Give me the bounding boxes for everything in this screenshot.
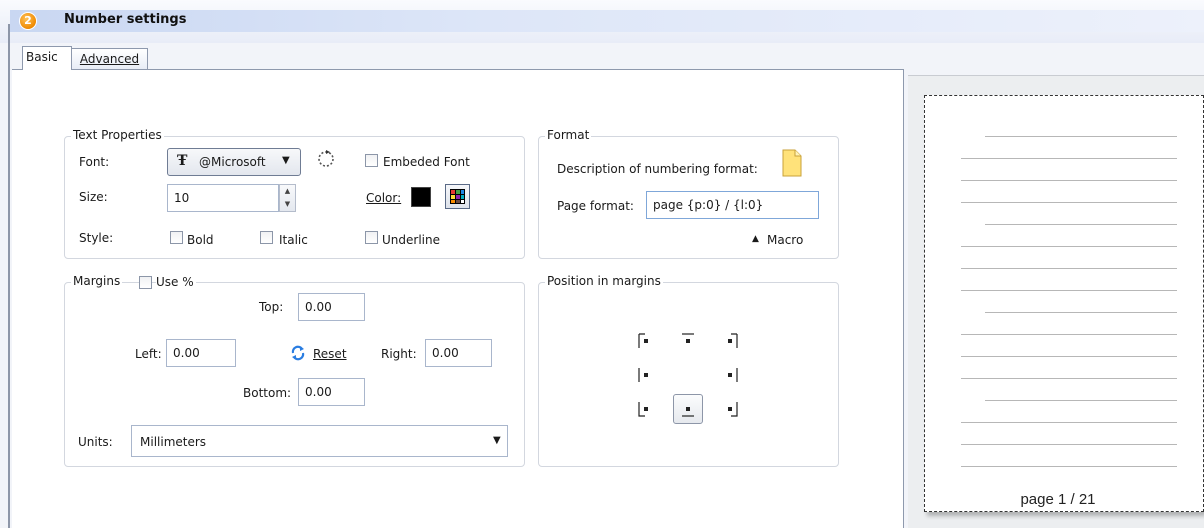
units-value: Millimeters: [140, 435, 207, 449]
style-label: Style:: [79, 231, 114, 245]
position-group: [538, 282, 839, 467]
spin-down-icon[interactable]: ▼: [280, 198, 295, 211]
size-input[interactable]: 10: [167, 184, 279, 212]
description-label: Description of numbering format:: [557, 162, 758, 176]
font-label: Font:: [79, 155, 110, 169]
position-top-left[interactable]: [635, 330, 657, 352]
preview-text-line: [961, 378, 1177, 379]
preview-text-line: [961, 158, 1177, 159]
preview-text-line: [961, 290, 1177, 291]
italic-label: Italic: [279, 233, 308, 247]
position-bottom-center[interactable]: [673, 394, 703, 424]
embeded-font-checkbox[interactable]: [365, 154, 378, 167]
preview-text-line: [961, 444, 1177, 445]
preview-text-line: [985, 136, 1177, 137]
position-bottom-left[interactable]: [635, 398, 657, 420]
use-percent-label: Use %: [156, 275, 196, 289]
size-label: Size:: [79, 190, 108, 204]
bottom-label: Bottom:: [243, 386, 292, 400]
position-top-center[interactable]: [677, 330, 699, 352]
position-bottom-right[interactable]: [719, 398, 741, 420]
text-properties-legend: Text Properties: [71, 128, 164, 142]
position-middle-left[interactable]: [635, 364, 657, 386]
right-margin-input[interactable]: 0.00: [425, 339, 492, 367]
underline-checkbox[interactable]: [365, 231, 378, 244]
section-title: Number settings: [64, 12, 187, 27]
bold-checkbox[interactable]: [170, 231, 183, 244]
chevron-down-icon: ▼: [493, 435, 501, 446]
preview-text-line: [961, 268, 1177, 269]
preview-page-number: page 1 / 21: [1020, 491, 1096, 508]
color-label: Color:: [366, 191, 402, 205]
preview-text-line: [961, 422, 1177, 423]
units-label: Units:: [78, 435, 113, 449]
color-picker-button[interactable]: [445, 184, 470, 209]
position-legend: Position in margins: [545, 274, 663, 288]
macro-button[interactable]: Macro: [767, 233, 803, 247]
font-combo[interactable]: Ŧ @Microsoft ▼: [167, 148, 301, 176]
top-margin-input[interactable]: 0.00: [298, 293, 365, 321]
preview-text-line: [961, 246, 1177, 247]
palette-icon: [450, 189, 465, 204]
top-label: Top:: [259, 300, 284, 314]
preview-text-line: [961, 334, 1177, 335]
truetype-font-icon: Ŧ: [177, 153, 188, 169]
left-rule: [8, 24, 10, 528]
use-percent-checkbox[interactable]: [139, 276, 152, 289]
margins-legend: Margins: [71, 274, 123, 288]
bold-label: Bold: [187, 233, 214, 247]
header-bar: [10, 10, 1204, 32]
size-spinner[interactable]: ▲ ▼: [279, 184, 296, 212]
refresh-fonts-icon[interactable]: [316, 149, 336, 169]
position-middle-right[interactable]: [719, 364, 741, 386]
right-label: Right:: [381, 347, 417, 361]
reset-icon[interactable]: [290, 345, 306, 361]
preview-text-line: [985, 400, 1177, 401]
tab-basic[interactable]: Basic: [22, 46, 72, 70]
page-format-label: Page format:: [557, 199, 634, 213]
underline-label: Underline: [382, 233, 440, 247]
left-margin-input[interactable]: 0.00: [166, 339, 236, 367]
embeded-font-label: Embeded Font: [383, 155, 470, 169]
preview-text-line: [961, 466, 1177, 467]
page-format-input[interactable]: page {p:0} / {l:0}: [646, 191, 819, 219]
bottom-margin-input[interactable]: 0.00: [298, 378, 365, 406]
units-select[interactable]: Millimeters ▼: [131, 425, 508, 457]
left-label: Left:: [135, 347, 162, 361]
macro-expand-icon: ▲: [752, 234, 759, 244]
preview-page: page 1 / 21: [924, 95, 1204, 512]
preview-text-line: [985, 312, 1177, 313]
preview-text-line: [985, 224, 1177, 225]
color-swatch[interactable]: [411, 187, 431, 207]
position-top-right[interactable]: [719, 330, 741, 352]
chevron-down-icon: ▼: [282, 155, 290, 166]
spin-up-icon[interactable]: ▲: [280, 185, 295, 198]
note-icon[interactable]: [782, 149, 802, 177]
reset-button[interactable]: Reset: [313, 347, 347, 361]
format-legend: Format: [545, 128, 592, 142]
tab-advanced[interactable]: Advanced: [72, 48, 148, 69]
italic-checkbox[interactable]: [260, 231, 273, 244]
preview-text-line: [961, 180, 1177, 181]
preview-text-line: [961, 202, 1177, 203]
font-combo-value: @Microsoft: [199, 155, 266, 169]
preview-text-line: [961, 356, 1177, 357]
step-badge: 2: [20, 13, 36, 29]
